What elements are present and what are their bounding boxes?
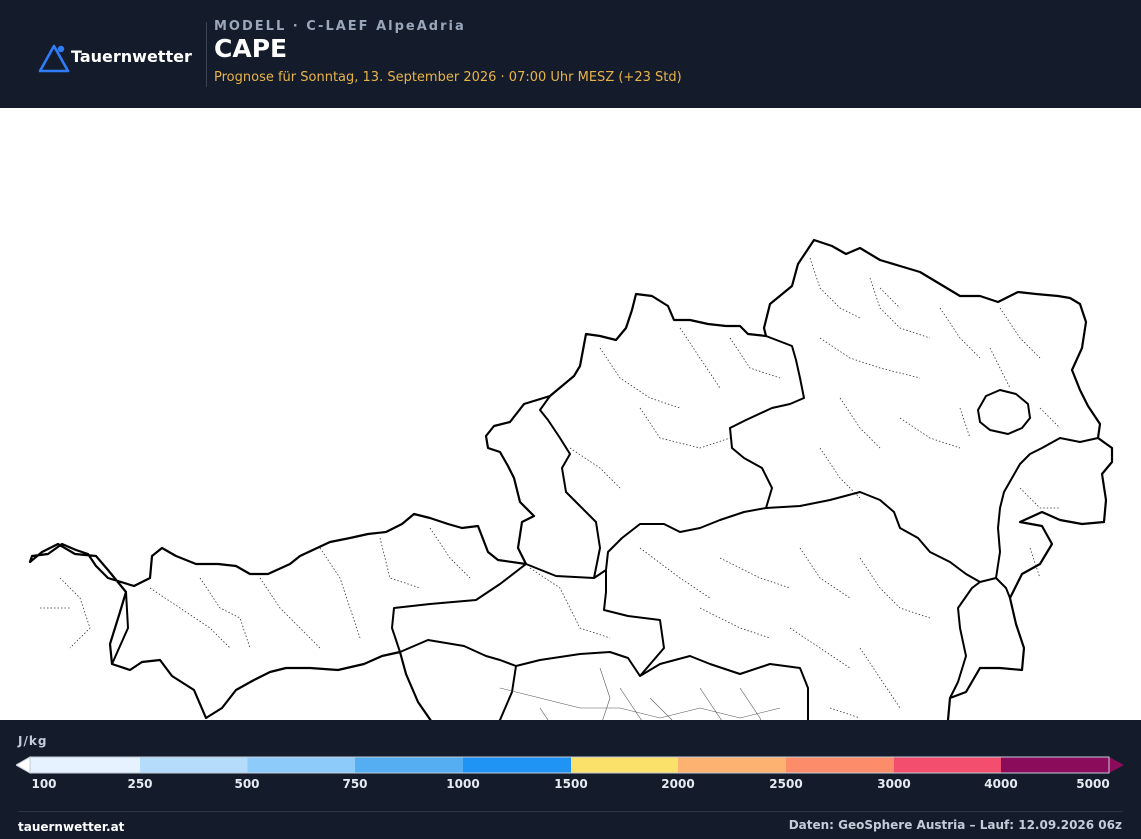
legend-bin-9 [894,757,1001,773]
legend-tick: 1000 [446,777,480,791]
state-border-ooe-south [539,395,601,579]
map-panel [0,108,1141,720]
header-divider [206,22,207,87]
state-border-ooe-stmk [605,491,1011,599]
vienna-border [977,389,1031,435]
data-source: Daten: GeoSphere Austria – Lauf: 12.09.2… [788,818,1122,832]
state-border-kaernten [498,651,809,720]
district-borders [40,257,1061,719]
legend-unit: J/kg [18,734,48,748]
austria-border [28,238,1114,720]
legend-bin-10 [1001,757,1109,773]
legend-under-arrow [16,756,31,774]
legend-bin-8 [786,757,894,773]
brand-logo[interactable]: Tauernwetter [38,43,192,73]
legend-bin-6 [571,757,678,773]
legend-over-arrow [1109,757,1124,773]
legend-tick: 100 [31,777,57,791]
footer-bar: J/kg 100 250 500 750 1000 1500 2000 2500… [0,720,1141,839]
legend-tick: 750 [342,777,368,791]
legend-tick: 4000 [984,777,1018,791]
legend-tick: 3000 [877,777,911,791]
legend-tick: 2500 [769,777,803,791]
legend-bin-1 [30,757,140,773]
austria-map [28,238,1114,720]
carinthia-district-lines [499,667,781,720]
state-border-osttirol [399,639,517,667]
model-label: MODELL · C-LAEF AlpeAdria [214,19,466,34]
state-border-tirol-salzburg [391,563,527,653]
header-bar: Tauernwetter MODELL · C-LAEF AlpeAdria C… [0,0,1141,108]
site-link[interactable]: tauernwetter.at [18,820,124,834]
legend-tick: 500 [234,777,260,791]
state-border-stmk-bgld [949,581,981,699]
parameter-title: CAPE [214,34,288,63]
mountain-logo-icon [38,44,70,73]
legend-bin-3 [247,757,355,773]
legend-tick: 2000 [661,777,695,791]
legend-bin-5 [463,757,571,773]
color-legend [16,756,1124,774]
state-border-ooe-noe [729,335,805,509]
brand-name: Tauernwetter [71,47,192,66]
legend-bin-7 [678,757,786,773]
legend-tick: 1500 [554,777,588,791]
legend-bin-2 [140,757,248,773]
footer-divider [18,811,1123,812]
legend-tick: 5000 [1076,777,1110,791]
legend-tick: 250 [127,777,153,791]
legend-bin-4 [355,757,463,773]
forecast-time: Prognose für Sonntag, 13. September 2026… [214,70,682,85]
